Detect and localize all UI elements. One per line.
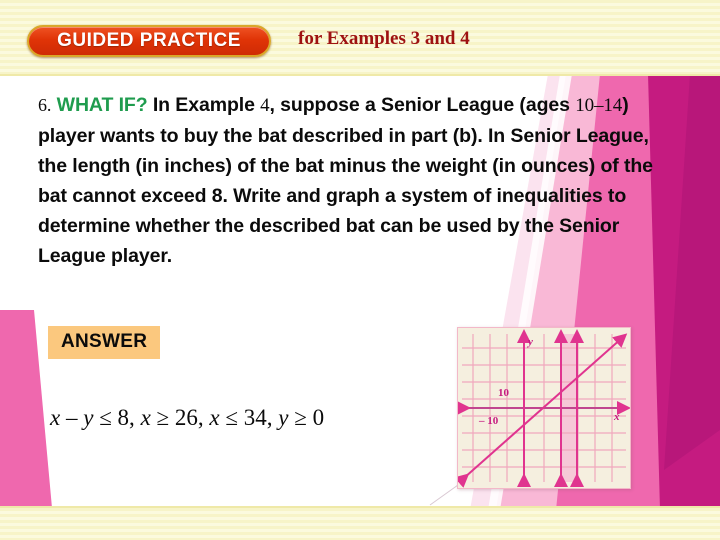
slide: GUIDED PRACTICE for Examples 3 and 4 6. … — [0, 0, 720, 540]
x-axis-label: x — [613, 411, 620, 423]
tick-label-negative: – 10 — [478, 415, 499, 427]
eq-part-9: y — [278, 405, 289, 430]
eq-part-2: – — [60, 405, 84, 430]
pink-band-accent — [664, 74, 720, 470]
pink-wedge-left — [0, 310, 52, 508]
footer-band — [0, 506, 720, 540]
age-range: 10–14 — [575, 95, 623, 116]
eq-part-3: y — [83, 405, 94, 430]
what-if-highlight: WHAT IF? — [56, 94, 148, 116]
eq-part-6: ≥ 26, — [150, 405, 210, 430]
header-band: GUIDED PRACTICE for Examples 3 and 4 — [0, 0, 720, 76]
question-segment-2: , suppose a Senior League (ages — [269, 94, 576, 116]
example-number: 4 — [260, 95, 270, 116]
eq-part-10: ≥ 0 — [288, 405, 325, 430]
guided-practice-badge: GUIDED PRACTICE — [27, 25, 271, 57]
question-segment-3: ) player wants to buy the bat described … — [38, 94, 653, 267]
answer-equation: x – y ≤ 8, x ≥ 26, x ≤ 34, y ≥ 0 — [50, 405, 324, 431]
answer-label: ANSWER — [61, 331, 148, 352]
eq-part-5: x — [140, 405, 151, 430]
eq-part-8: ≤ 34, — [219, 405, 279, 430]
question-segment-1: In Example — [147, 94, 261, 116]
eq-part-4: ≤ 8, — [93, 405, 141, 430]
eq-part-1: x — [50, 405, 61, 430]
tick-label-positive: 10 — [498, 387, 510, 399]
eq-part-7: x — [209, 405, 220, 430]
y-axis-label: y — [526, 336, 533, 348]
inequality-graph: y x 10 – 10 — [457, 327, 631, 489]
header-subtitle: for Examples 3 and 4 — [298, 28, 470, 49]
answer-box: ANSWER — [48, 326, 161, 359]
question-text: 6. WHAT IF? In Example 4, suppose a Seni… — [38, 90, 666, 271]
question-number: 6. — [38, 95, 52, 115]
badge-label: GUIDED PRACTICE — [57, 30, 241, 51]
